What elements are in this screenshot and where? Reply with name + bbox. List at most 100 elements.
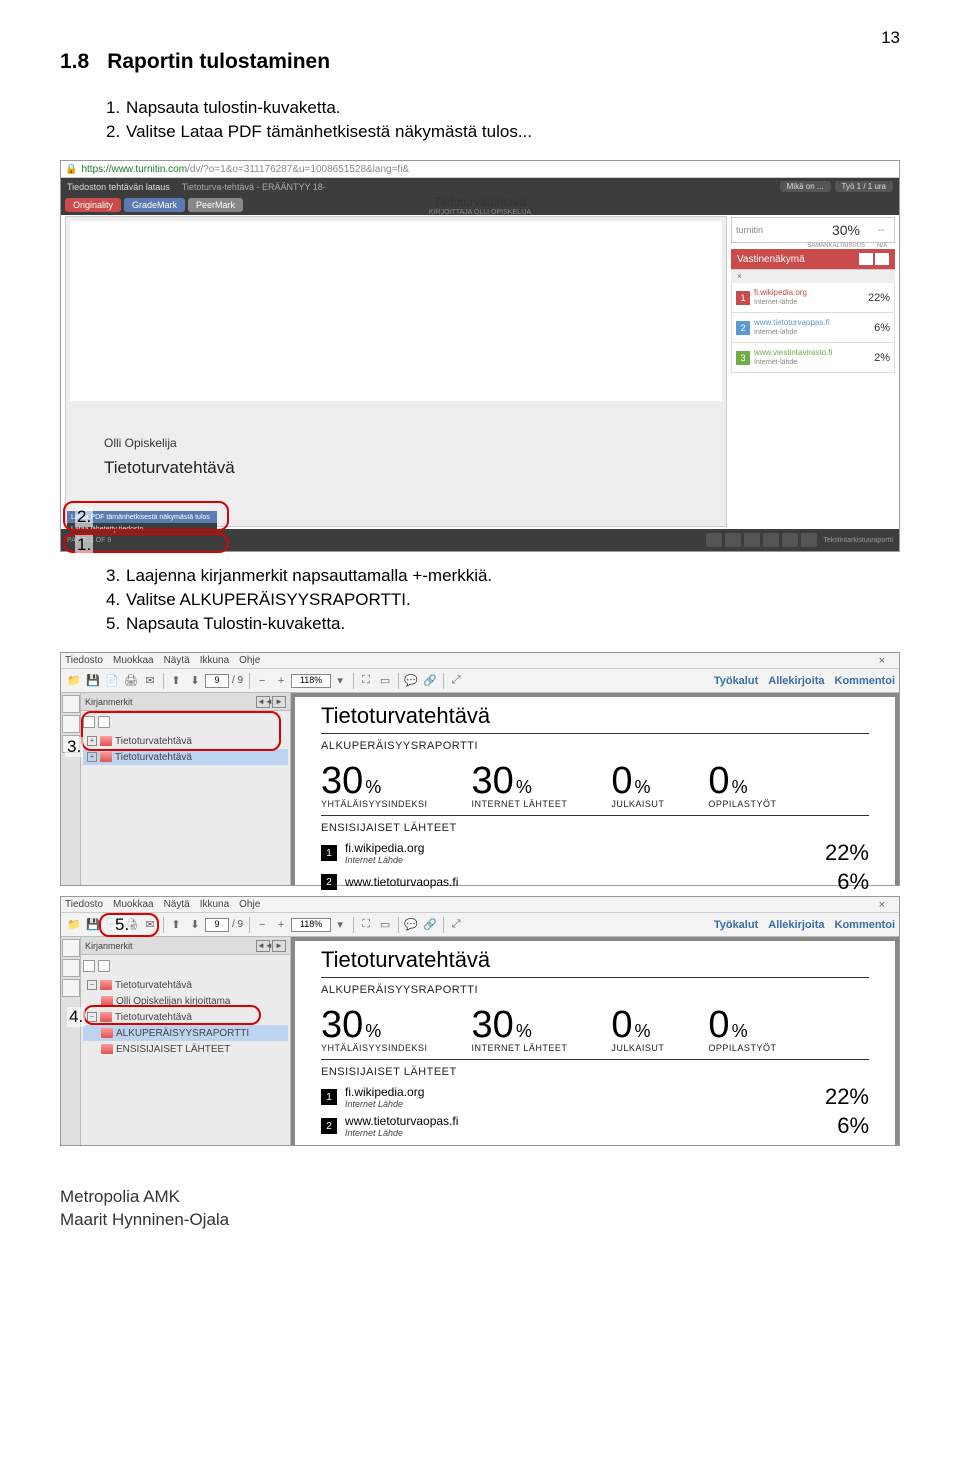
source-item[interactable]: 2 www.tietoturvaopas.fiInternet-lähde 6% <box>731 313 895 343</box>
save-icon[interactable]: 💾 <box>84 672 102 690</box>
prev-icon[interactable]: ◄◄ <box>256 696 270 708</box>
open-icon[interactable]: 📁 <box>65 916 83 934</box>
view-toggle-icon[interactable] <box>859 253 873 265</box>
thumbnails-tab-icon[interactable] <box>62 939 80 957</box>
mail-icon[interactable]: ✉ <box>141 672 159 690</box>
fit-icon[interactable]: ⛶ <box>357 672 375 690</box>
fit-width-icon[interactable]: ▭ <box>376 916 394 934</box>
zoom-out-icon[interactable]: − <box>253 916 271 934</box>
menu-file[interactable]: Tiedosto <box>65 655 103 666</box>
zoom-slider[interactable] <box>725 533 741 547</box>
screenshot-pdf-1: Tiedosto Muokkaa Näytä Ikkuna Ohje × 📁 💾… <box>60 652 900 886</box>
bookmarks-tab-icon[interactable] <box>62 715 80 733</box>
share-icon[interactable]: 🔗 <box>421 916 439 934</box>
expand-icon[interactable]: + <box>87 752 97 762</box>
chevron-down-icon[interactable]: ▾ <box>331 672 349 690</box>
bookmark-tool-icon[interactable] <box>83 960 95 972</box>
tools-button[interactable]: Työkalut <box>714 919 758 931</box>
pdf-icon[interactable]: 📄 <box>103 672 121 690</box>
menu-file[interactable]: Tiedosto <box>65 899 103 910</box>
bookmark-tool-icon[interactable] <box>98 960 110 972</box>
bookmarks-panel: Kirjanmerkit ◄◄ ► −Tietoturvatehtävä Oll… <box>81 937 291 1145</box>
layers-icon[interactable] <box>763 533 779 547</box>
pdf-page-area[interactable]: Tietoturvatehtävä ALKUPERÄISYYSRAPORTTI … <box>291 693 899 885</box>
bookmark-node[interactable]: ENSISIJAISET LÄHTEET <box>83 1041 288 1057</box>
print-icon[interactable] <box>782 533 798 547</box>
callout-label-2: 2. <box>75 507 93 527</box>
menu-edit[interactable]: Muokkaa <box>113 655 154 666</box>
page-number-input[interactable]: 9 <box>205 918 229 932</box>
sign-button[interactable]: Allekirjoita <box>768 675 824 687</box>
step-item: 2.Valitse Lataa PDF tämänhetkisestä näky… <box>106 122 900 142</box>
source-item[interactable]: 3 www.viestintavirasto.fiInternet-lähde … <box>731 343 895 373</box>
print-icon[interactable]: 🖨 <box>122 672 140 690</box>
prev-icon[interactable]: ◄◄ <box>256 940 270 952</box>
fullscreen-icon[interactable]: ⤢ <box>447 916 465 934</box>
pdf-page-area[interactable]: Tietoturvatehtävä ALKUPERÄISYYSRAPORTTI … <box>291 937 899 1145</box>
menu-edit[interactable]: Muokkaa <box>113 899 154 910</box>
footer-credit: Metropolia AMK Maarit Hynninen-Ojala <box>60 1186 900 1232</box>
zoom-in-icon[interactable]: + <box>272 916 290 934</box>
page-number: 13 <box>881 28 900 48</box>
zoom-in-icon[interactable] <box>744 533 760 547</box>
page-down-icon[interactable]: ⬇ <box>186 672 204 690</box>
view-toggle-icon[interactable] <box>875 253 889 265</box>
source-list: 1 fi.wikipedia.orgInternet-lähde 22% 2 w… <box>731 283 895 373</box>
match-overview-header[interactable]: Vastinenäkymä <box>731 249 895 269</box>
comment-icon[interactable]: 💬 <box>402 916 420 934</box>
menu-view[interactable]: Näytä <box>164 899 190 910</box>
turnitin-tab-bar: Originality GradeMark PeerMark <box>61 195 899 215</box>
zoom-in-icon[interactable]: + <box>272 672 290 690</box>
bookmarks-tab-icon[interactable] <box>62 959 80 977</box>
tab-grademark[interactable]: GradeMark <box>124 198 185 212</box>
bookmarks-label: Kirjanmerkit <box>85 941 254 951</box>
close-icon[interactable]: × <box>879 655 885 667</box>
collapse-icon[interactable]: − <box>87 980 97 990</box>
zoom-out-icon[interactable]: − <box>253 672 271 690</box>
menu-view[interactable]: Näytä <box>164 655 190 666</box>
page-up-icon[interactable]: ⬆ <box>167 916 185 934</box>
comment-button[interactable]: Kommentoi <box>835 675 896 687</box>
comment-icon[interactable]: 💬 <box>402 672 420 690</box>
open-icon[interactable]: 📁 <box>65 672 83 690</box>
browser-url-bar[interactable]: 🔒 https://www.turnitin.com/dv/?o=1&o=311… <box>61 161 899 178</box>
menu-help[interactable]: Ohje <box>239 899 260 910</box>
chevron-down-icon[interactable]: ▾ <box>331 916 349 934</box>
fit-width-icon[interactable]: ▭ <box>376 672 394 690</box>
fullscreen-icon[interactable]: ⤢ <box>447 672 465 690</box>
share-icon[interactable]: 🔗 <box>421 672 439 690</box>
attachments-tab-icon[interactable] <box>62 979 80 997</box>
page-total: / 9 <box>232 919 243 930</box>
zoom-input[interactable]: 118% <box>291 918 331 932</box>
similarity-percent[interactable]: 30% <box>824 222 868 238</box>
next-icon[interactable]: ► <box>272 696 286 708</box>
tools-button[interactable]: Työkalut <box>714 675 758 687</box>
page-number-input[interactable]: 9 <box>205 674 229 688</box>
zoom-out-icon[interactable] <box>706 533 722 547</box>
metrics-row: 30%YHTÄLÄISYYSINDEKSI 30%INTERNET LÄHTEE… <box>321 760 869 809</box>
comment-button[interactable]: Kommentoi <box>835 919 896 931</box>
page-up-icon[interactable]: ⬆ <box>167 672 185 690</box>
screenshot-pdf-2: Tiedosto Muokkaa Näytä Ikkuna Ohje × 📁 💾… <box>60 896 900 1146</box>
menu-window[interactable]: Ikkuna <box>200 899 229 910</box>
report-title: Tietoturvatehtävä <box>321 947 869 978</box>
fit-icon[interactable]: ⛶ <box>357 916 375 934</box>
screenshot-turnitin: 🔒 https://www.turnitin.com/dv/?o=1&o=311… <box>60 160 900 552</box>
source-item[interactable]: 1 fi.wikipedia.orgInternet-lähde 22% <box>731 283 895 313</box>
close-icon[interactable]: × <box>879 899 885 911</box>
page-down-icon[interactable]: ⬇ <box>186 916 204 934</box>
zoom-input[interactable]: 118% <box>291 674 331 688</box>
sign-button[interactable]: Allekirjoita <box>768 919 824 931</box>
menu-window[interactable]: Ikkuna <box>200 655 229 666</box>
menu-help[interactable]: Ohje <box>239 655 260 666</box>
bookmark-node[interactable]: −Tietoturvatehtävä <box>83 977 288 993</box>
tab-originality[interactable]: Originality <box>65 198 121 212</box>
bookmark-node[interactable]: +Tietoturvatehtävä <box>83 749 288 765</box>
next-icon[interactable]: ► <box>272 940 286 952</box>
what-is-dropdown[interactable]: Mikä on ... <box>780 181 831 192</box>
thumbnails-tab-icon[interactable] <box>62 695 80 713</box>
info-icon[interactable] <box>801 533 817 547</box>
tab-peermark[interactable]: PeerMark <box>188 198 243 212</box>
document-viewport[interactable]: Olli Opiskelija Tietoturvatehtävä <box>65 216 727 527</box>
bookmark-node-selected[interactable]: ALKUPERÄISYYSRAPORTTI <box>83 1025 288 1041</box>
